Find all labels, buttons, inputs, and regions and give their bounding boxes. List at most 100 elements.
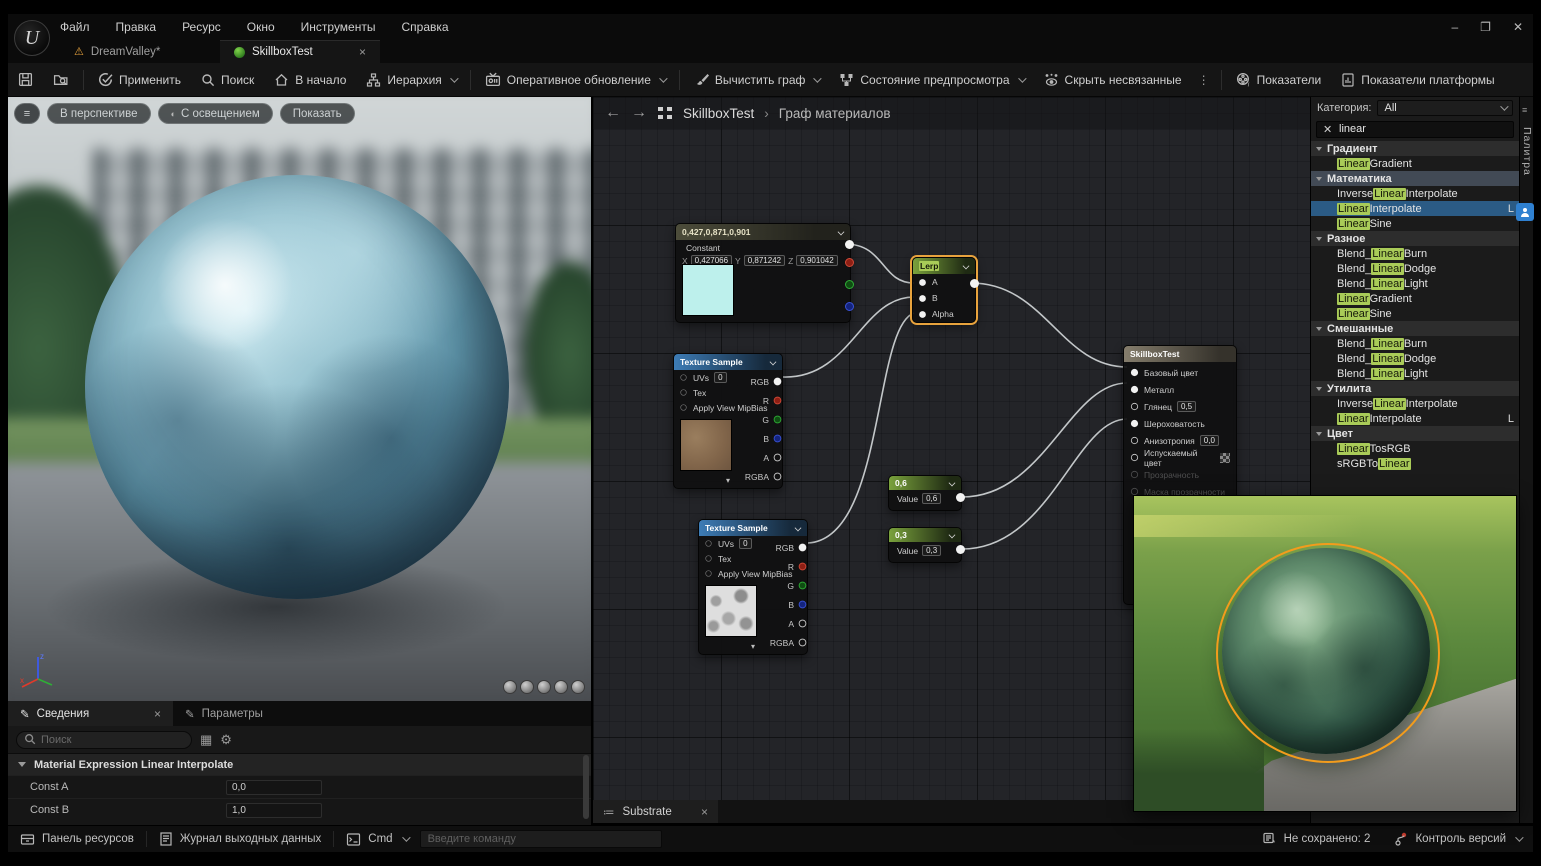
input-pin[interactable]: [919, 295, 926, 302]
input-pin[interactable]: [919, 279, 926, 286]
material-input-1[interactable]: Металл: [1124, 381, 1236, 398]
details-row-value[interactable]: 1,0: [226, 803, 322, 818]
input-pin[interactable]: [705, 570, 711, 576]
input-pin[interactable]: [1131, 471, 1138, 478]
palette-item-3[interactable]: InverseLinearInterpolate: [1311, 186, 1519, 201]
palette-item-14[interactable]: Blend_LinearDodge: [1311, 351, 1519, 366]
output-pin[interactable]: [956, 493, 965, 502]
output-pin[interactable]: [799, 601, 807, 609]
palette-item-21[interactable]: sRGBToLinear: [1311, 456, 1519, 471]
texture-thumbnail[interactable]: [705, 585, 757, 637]
palette-search-input[interactable]: [1316, 121, 1514, 138]
material-input-3[interactable]: Шероховатость: [1124, 415, 1236, 432]
uvs-value[interactable]: 0: [714, 372, 726, 383]
uvs-value[interactable]: 0: [739, 538, 751, 549]
viewport-menu-button[interactable]: ≡: [14, 103, 40, 124]
platform-stats-button[interactable]: Показатели платформы: [1331, 63, 1504, 96]
browse-asset-button[interactable]: [43, 63, 79, 96]
clean-graph-button[interactable]: Вычистить граф: [684, 63, 829, 96]
collapse-icon[interactable]: [770, 359, 777, 366]
tab-close-icon[interactable]: ×: [154, 707, 161, 721]
hierarchy-button[interactable]: Иерархия: [356, 63, 465, 96]
node-constant-0-3[interactable]: 0,3 Value 0,3: [888, 527, 962, 563]
node-constant-0-6[interactable]: 0,6 Value 0,6: [888, 475, 962, 511]
grid-view-icon[interactable]: ▦: [200, 732, 212, 748]
material-input-2[interactable]: Глянец0,5: [1124, 398, 1236, 415]
details-row-value[interactable]: 0,0: [226, 780, 322, 795]
output-pin[interactable]: [774, 435, 782, 443]
preview-shape-sphere-button[interactable]: [520, 680, 534, 694]
forward-arrow-icon[interactable]: →: [631, 104, 647, 122]
palette-category-6[interactable]: Разное: [1311, 231, 1519, 246]
output-pin[interactable]: [956, 545, 965, 554]
texture-thumbnail[interactable]: [680, 419, 732, 471]
palette-item-17[interactable]: InverseLinearInterpolate: [1311, 396, 1519, 411]
back-arrow-icon[interactable]: ←: [605, 104, 621, 122]
preview-shape-cylinder-button[interactable]: [503, 680, 517, 694]
menu-item-4[interactable]: Инструменты: [301, 20, 376, 34]
content-drawer-button[interactable]: Панель ресурсов: [8, 826, 146, 852]
show-button[interactable]: Показать: [280, 103, 355, 124]
output-pin[interactable]: [799, 582, 807, 590]
expand-node-icon[interactable]: ▾: [674, 477, 782, 487]
input-pin[interactable]: [1131, 454, 1138, 461]
menu-item-0[interactable]: Файл: [60, 20, 90, 34]
input-pin[interactable]: [1131, 369, 1138, 376]
tab-dreamvalley[interactable]: ⚠ DreamValley*: [60, 40, 220, 63]
stats-button[interactable]: i Показатели: [1226, 63, 1332, 96]
input-pin[interactable]: [919, 311, 926, 318]
tab-substrate[interactable]: ≔ Substrate ×: [593, 800, 718, 823]
tab-details[interactable]: ✎ Сведения ×: [8, 701, 173, 726]
perspective-button[interactable]: В перспективе: [47, 103, 151, 124]
output-pin[interactable]: [970, 279, 979, 288]
material-input-6[interactable]: Прозрачность: [1124, 466, 1236, 483]
palette-item-13[interactable]: Blend_LinearBurn: [1311, 336, 1519, 351]
palette-item-20[interactable]: LinearTosRGB: [1311, 441, 1519, 456]
palette-item-5[interactable]: LinearSine: [1311, 216, 1519, 231]
details-scrollbar[interactable]: [583, 755, 589, 819]
preview-shape-cube-button[interactable]: [554, 680, 568, 694]
palette-category-19[interactable]: Цвет: [1311, 426, 1519, 441]
tab-parameters[interactable]: ✎ Параметры: [173, 701, 338, 726]
minimize-button[interactable]: –: [1451, 20, 1458, 34]
tab-close-icon[interactable]: ×: [701, 805, 708, 819]
more-options-icon[interactable]: ⋮: [1192, 73, 1217, 87]
gear-icon[interactable]: ⚙: [220, 732, 232, 748]
output-pin-b[interactable]: [845, 302, 854, 311]
material-input-0[interactable]: Базовый цвет: [1124, 364, 1236, 381]
output-pin-r[interactable]: [845, 258, 854, 267]
palette-category-0[interactable]: Градиент: [1311, 141, 1519, 156]
output-pin-g[interactable]: [845, 280, 854, 289]
output-pin[interactable]: [799, 563, 807, 571]
output-pin[interactable]: [774, 397, 782, 405]
input-pin[interactable]: [705, 555, 711, 561]
palette-category-16[interactable]: Утилита: [1311, 381, 1519, 396]
output-pin[interactable]: [774, 378, 782, 386]
material-input-value[interactable]: 0,5: [1177, 401, 1196, 412]
value-field[interactable]: 0,3: [922, 545, 941, 556]
input-pin[interactable]: [1131, 420, 1138, 427]
palette-item-15[interactable]: Blend_LinearLight: [1311, 366, 1519, 381]
input-pin[interactable]: [680, 404, 686, 410]
material-preview-window[interactable]: [1133, 495, 1517, 812]
input-pin[interactable]: [1131, 386, 1138, 393]
input-pin[interactable]: [680, 374, 686, 380]
details-search-input[interactable]: [16, 731, 192, 749]
collapse-icon[interactable]: [949, 480, 956, 487]
collapse-icon[interactable]: [949, 532, 956, 539]
breadcrumb-asset[interactable]: SkillboxTest: [683, 106, 754, 121]
output-pin[interactable]: [799, 620, 807, 628]
palette-item-10[interactable]: LinearGradient: [1311, 291, 1519, 306]
output-pin[interactable]: [774, 416, 782, 424]
output-pin[interactable]: [774, 454, 782, 462]
menu-item-1[interactable]: Правка: [116, 20, 157, 34]
collapse-icon[interactable]: [838, 229, 845, 236]
cmd-dropdown[interactable]: Cmd: [334, 826, 419, 852]
category-select[interactable]: All: [1377, 100, 1513, 116]
tab-close-icon[interactable]: ×: [359, 45, 366, 59]
palette-category-12[interactable]: Смешанные: [1311, 321, 1519, 336]
collapse-icon[interactable]: [963, 263, 970, 270]
close-button[interactable]: ✕: [1513, 20, 1523, 34]
hide-unrelated-button[interactable]: Скрыть несвязанные: [1034, 63, 1192, 96]
node-lerp[interactable]: Lerp ABAlpha: [912, 257, 976, 323]
